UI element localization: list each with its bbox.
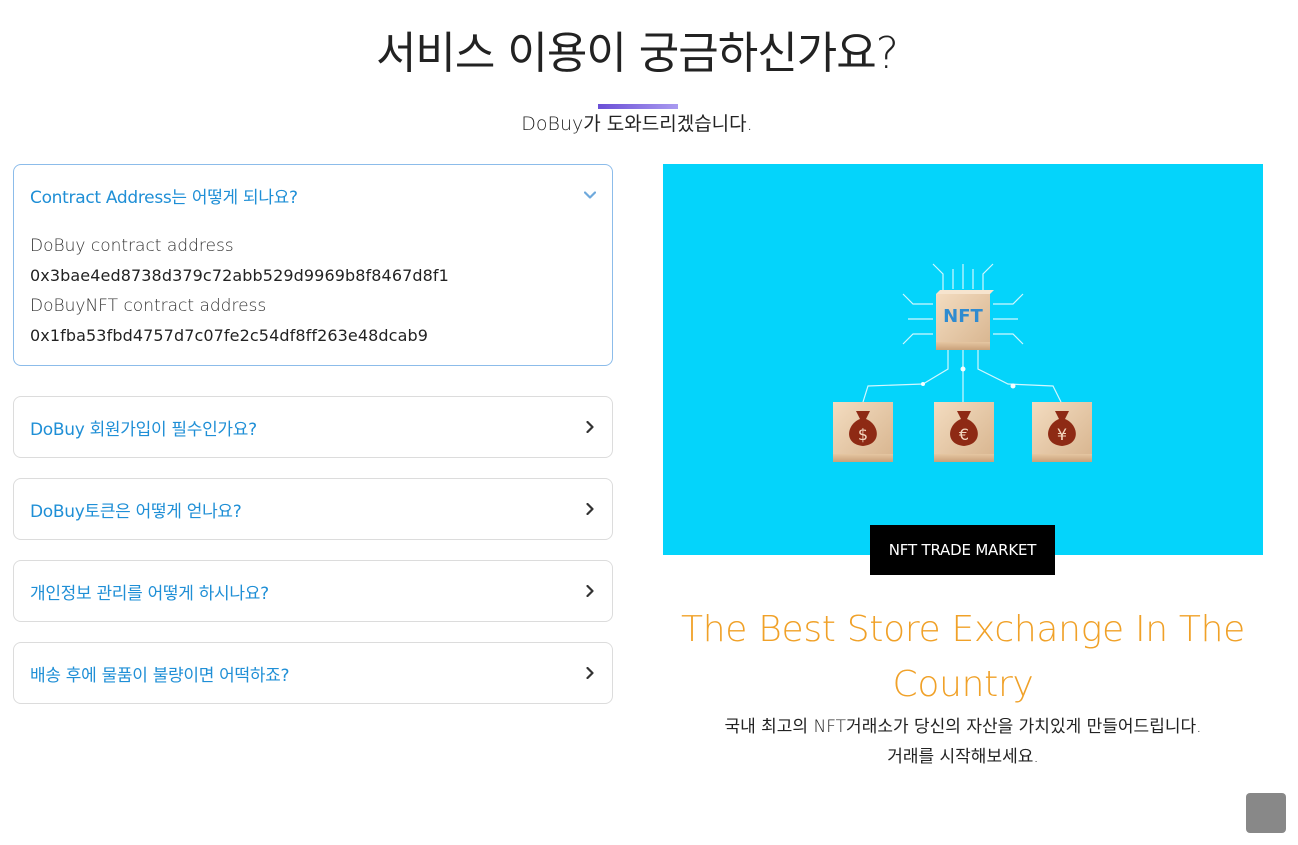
nft-blocks-illustration: NFT $ € ¥ — [833, 263, 1092, 462]
faq-question-toggle[interactable]: 배송 후에 물품이 불량이면 어떡하죠? — [14, 643, 612, 703]
section-subtitle: DoBuy가 도와드리겠습니다. — [521, 113, 753, 135]
chevron-right-icon — [583, 584, 597, 598]
faq-item-contract-address: Contract Address는 어떻게 되나요? DoBuy contrac… — [13, 164, 613, 366]
faq-item-defective: 배송 후에 물품이 불량이면 어떡하죠? — [13, 642, 613, 704]
answer-label-dobuy: DoBuy contract address — [30, 236, 234, 256]
dollar-bag-icon: $ — [833, 402, 893, 462]
answer-address-dobuynft: 0x1fba53fbd4757d7c07fe2c54df8ff263e48dca… — [30, 326, 429, 345]
answer-address-dobuy: 0x3bae4ed8738d379c72abb529d9969b8f8467d8… — [30, 266, 449, 285]
svg-text:¥: ¥ — [1057, 425, 1067, 444]
euro-bag-icon: € — [934, 402, 994, 462]
chevron-right-icon — [583, 666, 597, 680]
faq-question-toggle[interactable]: Contract Address는 어떻게 되나요? — [14, 165, 612, 225]
faq-question: 배송 후에 물품이 불량이면 어떡하죠? — [30, 665, 290, 686]
chevron-right-icon — [583, 420, 597, 434]
nft-chip-label: NFT — [943, 306, 983, 327]
faq-item-token: DoBuy토큰은 어떻게 얻나요? — [13, 478, 613, 540]
svg-text:€: € — [959, 425, 969, 444]
section-title: 서비스 이용이 궁금하신가요? — [375, 28, 899, 79]
chevron-down-icon — [583, 188, 597, 202]
faq-answer: DoBuy contract address 0x3bae4ed8738d379… — [14, 225, 612, 365]
title-underline — [598, 104, 678, 109]
hero-badge: NFT TRADE MARKET — [870, 525, 1055, 575]
faq-question-toggle[interactable]: DoBuy토큰은 어떻게 얻나요? — [14, 479, 612, 539]
hero-image: NFT $ € ¥ — [663, 164, 1263, 555]
chevron-right-icon — [583, 502, 597, 516]
faq-question: DoBuy토큰은 어떻게 얻나요? — [30, 501, 242, 522]
faq-item-privacy: 개인정보 관리를 어떻게 하시나요? — [13, 560, 613, 622]
yen-bag-icon: ¥ — [1032, 402, 1092, 462]
hero-description-line: 거래를 시작해보세요. — [887, 747, 1039, 767]
faq-question-toggle[interactable]: DoBuy 회원가입이 필수인가요? — [14, 397, 612, 457]
hero-description-line: 국내 최고의 NFT거래소가 당신의 자산을 가치있게 만들어드립니다. — [724, 717, 1202, 737]
answer-label-dobuynft: DoBuyNFT contract address — [30, 296, 267, 316]
hero-description: 국내 최고의 NFT거래소가 당신의 자산을 가치있게 만들어드립니다. 거래를… — [663, 712, 1263, 772]
faq-question-toggle[interactable]: 개인정보 관리를 어떻게 하시나요? — [14, 561, 612, 621]
hero-headline: The Best Store Exchange In The Country — [681, 609, 1245, 705]
faq-item-signup: DoBuy 회원가입이 필수인가요? — [13, 396, 613, 458]
scroll-top-button[interactable] — [1246, 793, 1286, 833]
faq-question: Contract Address는 어떻게 되나요? — [30, 187, 298, 208]
faq-question: 개인정보 관리를 어떻게 하시나요? — [30, 583, 269, 604]
faq-question: DoBuy 회원가입이 필수인가요? — [30, 419, 257, 440]
svg-text:$: $ — [858, 425, 868, 444]
